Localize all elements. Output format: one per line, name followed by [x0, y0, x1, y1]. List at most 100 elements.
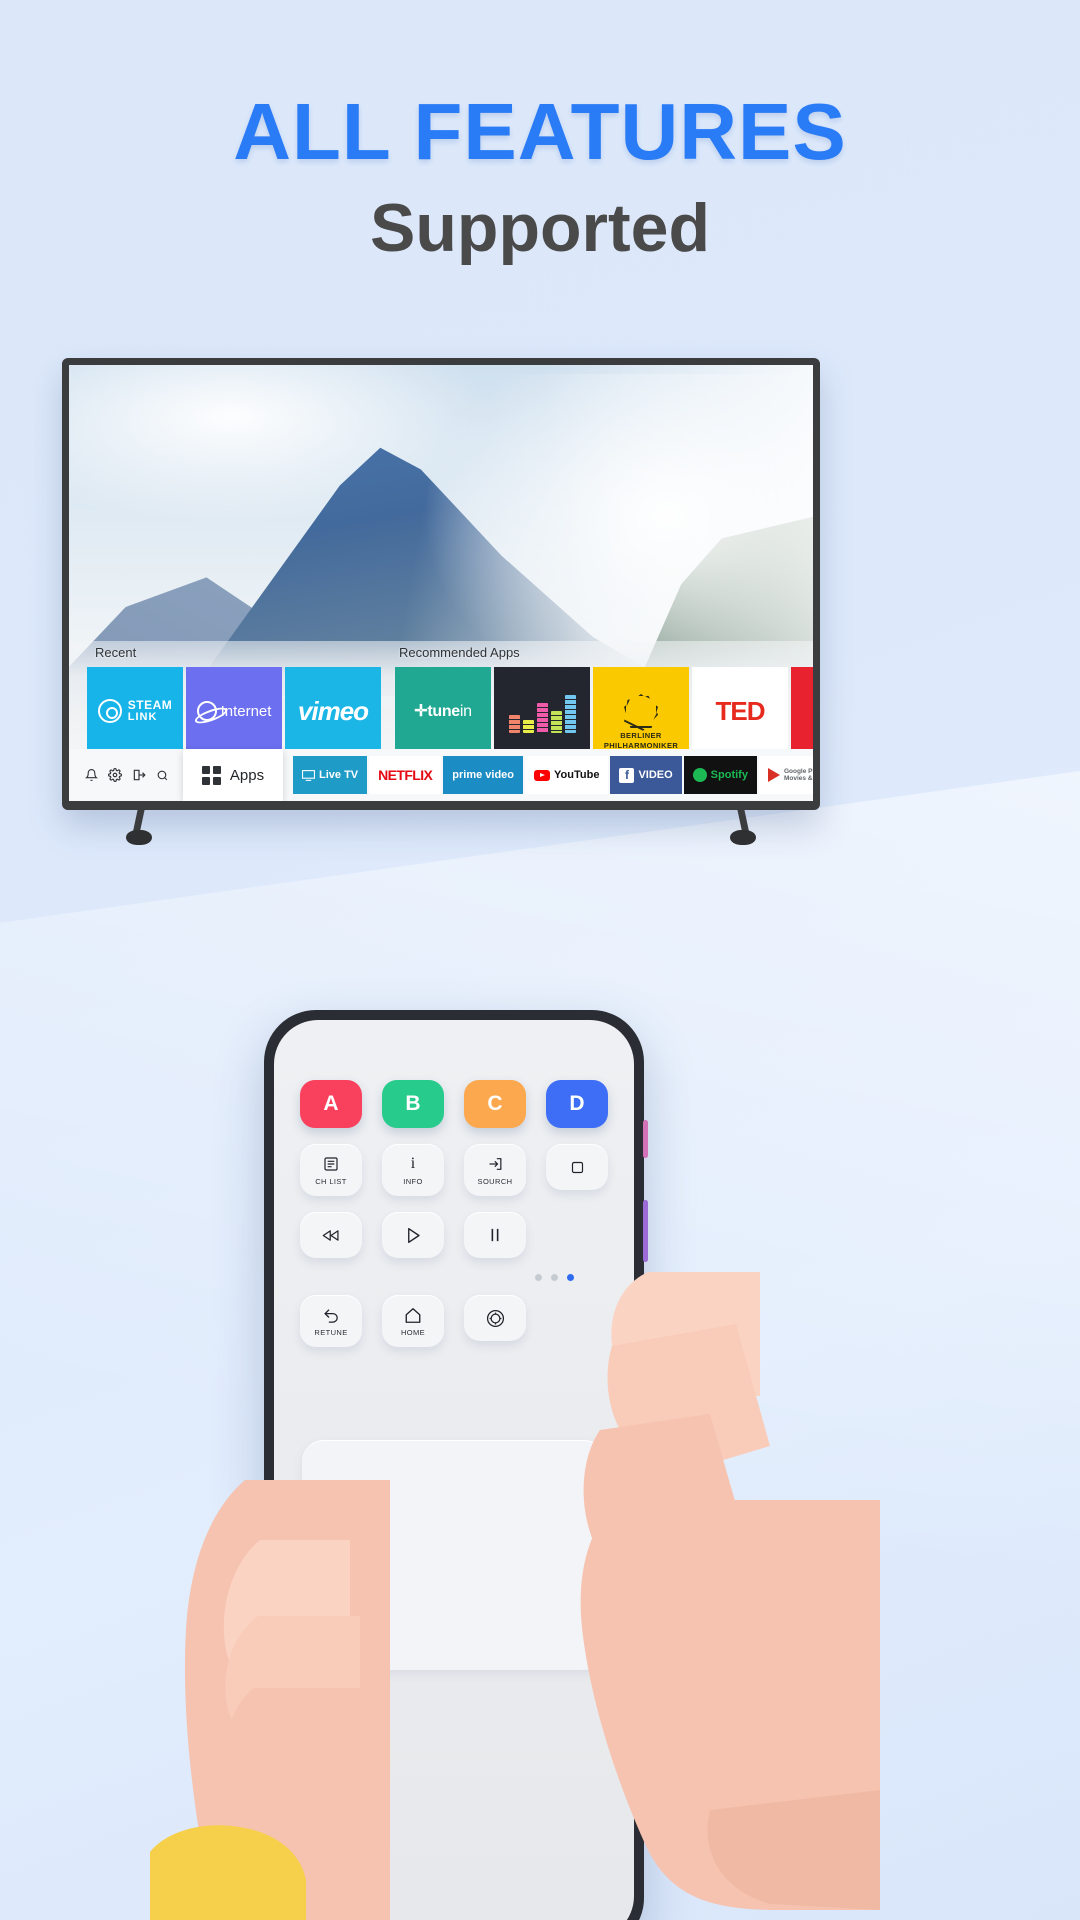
tile-internet-title: Internet — [220, 702, 272, 720]
headline-line-2: Supported — [370, 190, 710, 266]
apps-button[interactable]: Apps — [183, 749, 283, 801]
recommended-row-label: Recommended Apps — [399, 645, 520, 660]
shortcut-facebook-video[interactable]: f VIDEO — [610, 756, 682, 794]
source-button[interactable]: SOURCH — [464, 1144, 526, 1196]
play-icon — [405, 1225, 421, 1245]
youtube-play-icon — [534, 769, 551, 781]
recent-row-label: Recent — [95, 645, 137, 660]
tile-steam-link[interactable]: STEAM LINK — [87, 667, 183, 755]
search-icon[interactable] — [156, 769, 169, 782]
tv-leg-left — [126, 810, 152, 846]
color-button-b[interactable]: B — [382, 1080, 444, 1128]
shortcut-live-tv-label: Live TV — [319, 769, 359, 781]
tv-leg-right — [730, 810, 756, 846]
right-hand — [580, 1272, 880, 1910]
undo-arrow-icon — [323, 1305, 340, 1325]
gear-icon[interactable] — [108, 768, 122, 782]
google-play-icon — [767, 768, 780, 782]
equalizer-icon — [508, 689, 576, 733]
facebook-icon: f — [619, 767, 635, 783]
tile-tunein[interactable]: ✛tunein — [395, 667, 491, 755]
rewind-icon — [321, 1225, 341, 1245]
shortcut-youtube-label: YouTube — [554, 769, 600, 781]
source-label: SOURCH — [477, 1177, 513, 1186]
play-button[interactable] — [382, 1212, 444, 1258]
tunein-plus-icon: ✛ — [414, 703, 428, 720]
globe-icon — [196, 701, 217, 721]
tile-vimeo[interactable]: vimeo — [285, 667, 381, 755]
shortcut-youtube[interactable]: YouTube — [525, 756, 609, 794]
tv-stand — [62, 810, 820, 850]
shortcut-prime-video-label: prime video — [452, 769, 515, 781]
tv-nav-icon-group — [85, 768, 169, 782]
info-label: INFO — [403, 1177, 423, 1186]
retune-button[interactable]: RETUNE — [300, 1295, 362, 1347]
apps-grid-icon — [201, 765, 221, 785]
tile-ted[interactable]: TED — [692, 667, 788, 755]
dpad-button[interactable] — [464, 1295, 526, 1341]
color-button-b-label: B — [405, 1092, 421, 1115]
tile-vimeo-title: vimeo — [297, 695, 369, 726]
tv-home-overlay: Recent Recommended Apps STEAM LINK Inter… — [69, 641, 813, 801]
page-dot-1[interactable] — [535, 1274, 542, 1281]
tile-partial-next[interactable] — [791, 667, 813, 755]
steam-logo: STEAM LINK — [97, 697, 173, 723]
color-button-d-label: D — [569, 1092, 585, 1115]
tile-internet[interactable]: Internet — [186, 667, 282, 755]
pause-button[interactable] — [464, 1212, 526, 1258]
tv-row-labels: Recent Recommended Apps — [69, 641, 813, 667]
page-dot-2[interactable] — [551, 1274, 558, 1281]
list-icon — [323, 1154, 339, 1174]
info-button[interactable]: i INFO — [382, 1144, 444, 1196]
tv-bezel: Recent Recommended Apps STEAM LINK Inter… — [62, 358, 820, 810]
tile-steam-title: STEAM — [127, 697, 173, 712]
shortcut-gplay-label: Google Play — [783, 767, 813, 775]
ch-list-label: CH LIST — [315, 1177, 347, 1186]
steam-icon — [97, 698, 122, 723]
dpad-circle-icon — [486, 1308, 505, 1328]
tile-deezer[interactable] — [494, 667, 590, 755]
tv-screen: Recent Recommended Apps STEAM LINK Inter… — [69, 365, 813, 801]
shortcut-netflix[interactable]: NETFLIX — [369, 756, 442, 794]
left-hand — [150, 1480, 390, 1920]
stop-square-icon — [570, 1157, 585, 1177]
shortcut-spotify[interactable]: Spotify — [683, 756, 757, 794]
tile-tunein-title: tune — [427, 703, 460, 720]
retune-label: RETUNE — [314, 1328, 348, 1337]
ch-list-button[interactable]: CH LIST — [300, 1144, 362, 1196]
source-icon[interactable] — [132, 768, 146, 782]
shortcut-spotify-label: Spotify — [710, 769, 748, 781]
color-button-d[interactable]: D — [546, 1080, 608, 1128]
pause-icon — [488, 1225, 502, 1245]
phone-side-button-1[interactable] — [643, 1120, 648, 1158]
function-button-row: CH LIST i INFO SOURCH — [300, 1144, 608, 1196]
tile-steam-subtitle: LINK — [127, 710, 158, 723]
color-button-a-label: A — [323, 1092, 339, 1115]
info-icon: i — [410, 1155, 416, 1172]
tv-bottom-nav: Apps Live TV NETFLIX prime video YouTube… — [69, 749, 813, 801]
tile-ted-title: TED — [715, 695, 766, 726]
color-button-a[interactable]: A — [300, 1080, 362, 1128]
apps-button-label: Apps — [229, 766, 265, 784]
spotify-icon — [692, 768, 707, 782]
shortcut-facebook-label: VIDEO — [638, 769, 673, 781]
tile-berliner-philharmoniker[interactable]: BERLINER PHILHARMONIKER — [593, 667, 689, 755]
color-button-c[interactable]: C — [464, 1080, 526, 1128]
home-label: HOME — [400, 1328, 426, 1337]
color-button-row: A B C D — [300, 1080, 608, 1128]
shortcut-google-play[interactable]: Google Play Movies & TV — [758, 756, 813, 794]
rewind-button[interactable] — [300, 1212, 362, 1258]
tile-tunein-title2: in — [459, 703, 472, 720]
source-arrow-icon — [487, 1154, 504, 1174]
stop-button[interactable] — [546, 1144, 608, 1190]
shortcut-gplay-label2: Movies & TV — [783, 775, 813, 782]
shortcut-prime-video[interactable]: prime video — [443, 756, 524, 794]
home-icon — [404, 1305, 422, 1325]
tv-app-tiles: STEAM LINK Internet vimeo ✛tunein BERLIN… — [87, 667, 813, 755]
shortcut-live-tv[interactable]: Live TV — [293, 756, 368, 794]
bell-icon[interactable] — [85, 768, 98, 782]
berliner-logo-icon — [624, 694, 658, 728]
tv-shortcut-row: Live TV NETFLIX prime video YouTube f VI… — [293, 756, 813, 794]
tv-illustration: Recent Recommended Apps STEAM LINK Inter… — [62, 358, 820, 850]
home-button[interactable]: HOME — [382, 1295, 444, 1347]
